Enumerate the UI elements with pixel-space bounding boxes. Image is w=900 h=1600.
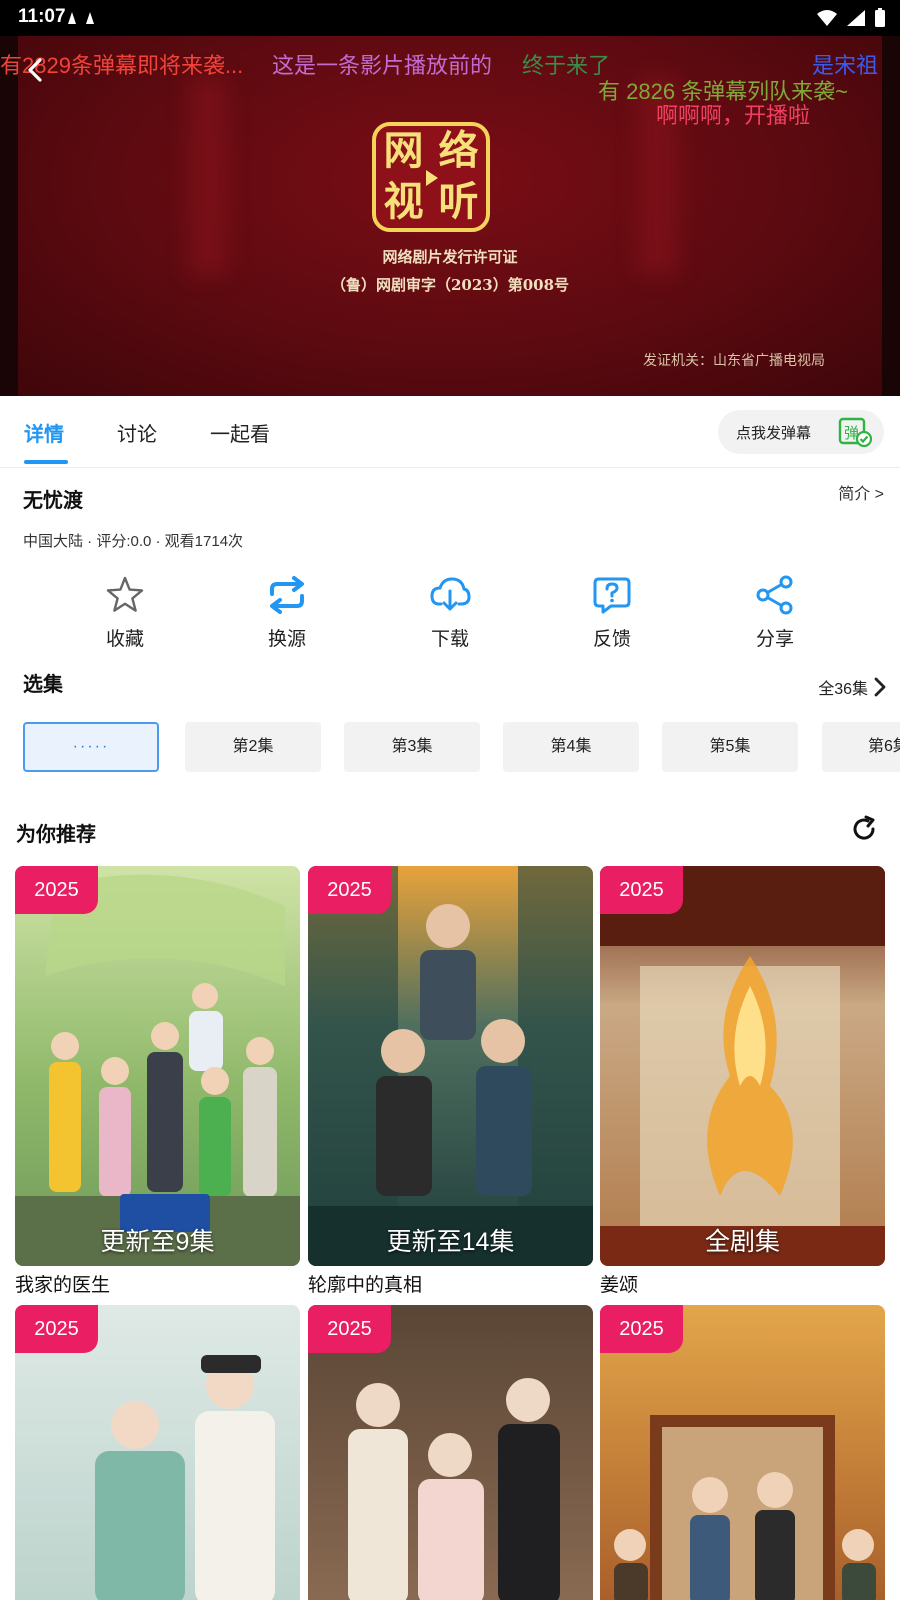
detail-tabs: 详情 讨论 一起看 点我发弹幕 弹 bbox=[0, 396, 900, 468]
year-badge: 2025 bbox=[308, 1305, 391, 1353]
episode-list: ····· 第2集 第3集 第4集 第5集 第6集 bbox=[23, 722, 900, 772]
all-episodes-label: 全36集 bbox=[818, 681, 868, 698]
poster-art bbox=[15, 866, 300, 1266]
poster-image: 2025 更新至14集 bbox=[308, 866, 593, 1266]
status-time: 11:07 bbox=[18, 6, 66, 27]
seal-char: 网 bbox=[383, 127, 424, 174]
play-icon bbox=[426, 170, 438, 186]
year-badge: 2025 bbox=[600, 1305, 683, 1353]
show-meta: 中国大陆 · 评分:0.0 · 观看1714次 bbox=[23, 533, 244, 550]
switch-source-button[interactable]: 换源 bbox=[237, 574, 337, 651]
license-issuer: 发证机关：山东省广播电视局 bbox=[643, 352, 825, 368]
danmaku-comment: 啊啊啊，开播啦 bbox=[656, 103, 811, 128]
feedback-button[interactable]: 反馈 bbox=[562, 574, 662, 651]
episode-item[interactable]: 第5集 bbox=[662, 722, 798, 772]
recommend-section-title: 为你推荐 bbox=[16, 824, 96, 846]
seal-char: 视 bbox=[383, 178, 424, 225]
action-label: 下载 bbox=[430, 629, 469, 650]
card-title: 姜颂 bbox=[600, 1275, 639, 1296]
year-badge: 2025 bbox=[600, 866, 683, 914]
show-title: 无忧渡 bbox=[23, 490, 83, 512]
update-status: 全剧集 bbox=[704, 1228, 780, 1256]
poster-image: 2025 更新至9集 bbox=[15, 866, 300, 1266]
danmaku-comment: 这是一条影片播放前的 bbox=[272, 53, 493, 78]
system-icons bbox=[816, 8, 886, 28]
year-badge: 2025 bbox=[15, 1305, 98, 1353]
switch-source-icon bbox=[270, 576, 304, 614]
refresh-icon[interactable] bbox=[850, 815, 878, 843]
tab-details[interactable]: 详情 bbox=[24, 418, 64, 447]
update-status: 更新至9集 bbox=[100, 1228, 215, 1256]
battery-icon bbox=[875, 8, 885, 27]
star-icon bbox=[106, 576, 144, 612]
year-badge: 2025 bbox=[308, 866, 391, 914]
feedback-icon bbox=[593, 577, 631, 614]
action-label: 换源 bbox=[267, 629, 306, 650]
action-label: 反馈 bbox=[592, 629, 631, 650]
network-av-seal: 网 络 视 听 bbox=[372, 122, 490, 232]
seal-char: 络 bbox=[438, 127, 479, 174]
poster-image: 2025 bbox=[15, 1305, 300, 1600]
episode-item[interactable]: 第6集 bbox=[822, 722, 900, 772]
send-danmaku-button[interactable]: 点我发弹幕 弹 bbox=[718, 410, 884, 454]
action-label: 收藏 bbox=[105, 629, 144, 650]
share-button[interactable]: 分享 bbox=[725, 574, 825, 651]
card-title: 我家的医生 bbox=[15, 1275, 111, 1296]
tab-watch-together[interactable]: 一起看 bbox=[210, 418, 270, 447]
notification-icon bbox=[86, 12, 94, 24]
seal-char: 听 bbox=[438, 178, 479, 225]
poster-image: 2025 全剧集 bbox=[600, 866, 885, 1266]
license-title: 网络剧片发行许可证 bbox=[382, 248, 518, 266]
card-title: 轮廓中的真相 bbox=[308, 1275, 423, 1296]
all-episodes-link[interactable]: 全36集 bbox=[818, 675, 888, 699]
poster-image: 2025 bbox=[600, 1305, 885, 1600]
action-bar: 收藏 换源 下载 反馈 分享 bbox=[0, 574, 900, 654]
share-icon bbox=[756, 575, 793, 615]
signal-icon bbox=[847, 10, 865, 26]
active-tab-indicator bbox=[24, 460, 68, 464]
chevron-right-icon bbox=[874, 677, 886, 697]
episodes-section-title: 选集 bbox=[23, 674, 63, 696]
danmaku-comment: 终于来了 bbox=[522, 53, 611, 78]
intro-link[interactable]: 简介 > bbox=[838, 480, 884, 504]
poster-art bbox=[600, 866, 885, 1266]
status-bar: 11:07 bbox=[0, 0, 900, 36]
danmaku-toggle-icon[interactable]: 弹 bbox=[838, 417, 872, 447]
notification-icon bbox=[68, 12, 76, 24]
episode-item-selected[interactable]: ····· bbox=[23, 722, 159, 772]
license-number: （鲁）网剧审字（2023）第008号 bbox=[330, 276, 570, 294]
episode-item[interactable]: 第2集 bbox=[185, 722, 321, 772]
back-arrow-icon[interactable] bbox=[22, 56, 50, 84]
wifi-icon bbox=[817, 10, 837, 26]
episode-item[interactable]: 第4集 bbox=[503, 722, 639, 772]
update-status: 更新至14集 bbox=[386, 1228, 515, 1256]
video-player[interactable]: 网 络 视 听 网络剧片发行许可证 （鲁）网剧审字（2023）第008号 发证机… bbox=[0, 36, 900, 396]
download-button[interactable]: 下载 bbox=[400, 574, 500, 651]
poster-image: 2025 bbox=[308, 1305, 593, 1600]
send-danmaku-label: 点我发弹幕 bbox=[736, 425, 812, 442]
tab-discussion[interactable]: 讨论 bbox=[117, 418, 157, 447]
episode-item[interactable]: 第3集 bbox=[344, 722, 480, 772]
poster-art bbox=[308, 866, 593, 1266]
action-label: 分享 bbox=[755, 629, 794, 650]
download-icon bbox=[430, 577, 471, 611]
year-badge: 2025 bbox=[15, 866, 98, 914]
notification-icons bbox=[66, 10, 96, 26]
favorite-button[interactable]: 收藏 bbox=[75, 574, 175, 651]
